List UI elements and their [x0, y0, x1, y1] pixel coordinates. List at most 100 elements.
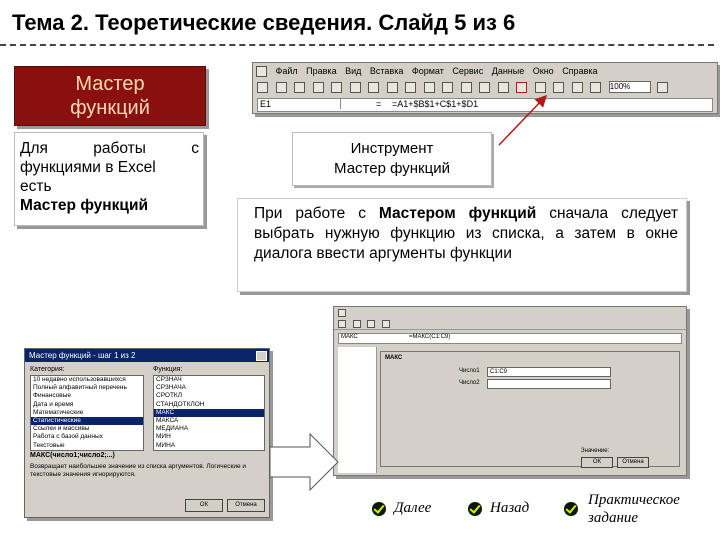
- function-list-item[interactable]: СРЗНАЧ: [154, 376, 264, 384]
- sort-desc-icon[interactable]: [553, 81, 565, 93]
- function-list-item[interactable]: МЕДИАНА: [154, 425, 264, 433]
- args-new-icon[interactable]: [338, 320, 346, 328]
- category-list-item[interactable]: Текстовые: [31, 442, 143, 450]
- close-icon[interactable]: [256, 351, 267, 361]
- autosum-icon[interactable]: [497, 81, 509, 93]
- menu-edit[interactable]: Правка: [306, 66, 336, 76]
- name-box[interactable]: E1: [260, 99, 341, 109]
- args-field1-label: Число1: [459, 368, 480, 374]
- args-cancel-button[interactable]: Отмена: [617, 457, 649, 468]
- args-function-name: МАКС: [385, 355, 403, 361]
- back-link[interactable]: Назад: [490, 500, 529, 517]
- undo-icon[interactable]: [442, 81, 454, 93]
- spelling-icon[interactable]: [349, 81, 361, 93]
- description-line3: есть: [20, 178, 52, 195]
- category-list[interactable]: 10 недавно использовавшихся Полный алфави…: [30, 375, 144, 451]
- save-icon[interactable]: [294, 81, 306, 93]
- hyperlink-icon[interactable]: [479, 81, 491, 93]
- args-result-label: Значение:: [581, 448, 610, 454]
- explanation-part1: При работе с: [254, 205, 379, 222]
- chart-wizard-icon[interactable]: [571, 81, 583, 93]
- args-app-icon: [338, 309, 346, 317]
- function-list-item[interactable]: СТАНДОТКЛОН: [154, 401, 264, 409]
- formula-text[interactable]: =A1+$B$1+C$1+$D1: [392, 99, 478, 109]
- function-wizard-dialog: Мастер функций - шаг 1 из 2 Категория: Ф…: [24, 348, 270, 518]
- cut-icon[interactable]: [368, 81, 380, 93]
- master-heading-line2: функций: [70, 97, 150, 119]
- preview-icon[interactable]: [331, 81, 343, 93]
- practice-line1[interactable]: Практическое: [588, 491, 680, 509]
- category-list-item[interactable]: Финансовые: [31, 392, 143, 400]
- wizard-title: Мастер функций - шаг 1 из 2: [29, 351, 136, 360]
- args-fx-icon[interactable]: [382, 320, 391, 328]
- paste-icon[interactable]: [405, 81, 417, 93]
- category-list-item[interactable]: 10 недавно использовавшихся: [31, 376, 143, 384]
- args-sheet-grid[interactable]: [338, 347, 377, 473]
- practice-bullet-icon[interactable]: [564, 502, 578, 516]
- wizard-ok-button[interactable]: ОК: [185, 499, 223, 512]
- redo-icon[interactable]: [460, 81, 472, 93]
- args-field2-input[interactable]: [487, 379, 611, 389]
- excel-toolbar-screenshot: Файл Правка Вид Вставка Формат Сервис Да…: [252, 62, 718, 114]
- formula-bar[interactable]: E1 = =A1+$B$1+C$1+$D1: [257, 98, 713, 112]
- new-icon[interactable]: [257, 81, 268, 93]
- practice-link[interactable]: Практическое задание: [588, 491, 680, 527]
- zoom-select[interactable]: 100%: [608, 81, 651, 93]
- title-divider: [0, 44, 714, 46]
- function-list-item[interactable]: СРОТКЛ: [154, 392, 264, 400]
- category-list-item[interactable]: Логические: [31, 450, 143, 451]
- category-list-item[interactable]: Работа с базой данных: [31, 433, 143, 441]
- sort-asc-icon[interactable]: [534, 81, 546, 93]
- menu-file[interactable]: Файл: [276, 66, 298, 76]
- args-save-icon[interactable]: [367, 320, 376, 328]
- args-field2-label: Число2: [459, 380, 480, 386]
- args-dialog-panel: МАКС Число1 C1:C9 Число2 Значение: ОК От…: [380, 351, 680, 468]
- wizard-cancel-button[interactable]: Отмена: [227, 499, 265, 512]
- menu-view[interactable]: Вид: [345, 66, 361, 76]
- args-ok-button[interactable]: ОК: [581, 457, 613, 468]
- menu-data[interactable]: Данные: [492, 66, 525, 76]
- function-list-item[interactable]: СРЗНАЧА: [154, 384, 264, 392]
- description-box: Для работы с функциями в Excel есть Маст…: [14, 132, 204, 226]
- category-list-item[interactable]: Полный алфавитный перечень: [31, 384, 143, 392]
- excel-standard-toolbar: 100%: [257, 81, 713, 95]
- format-painter-icon[interactable]: [423, 81, 435, 93]
- function-list-item[interactable]: МАКС: [154, 408, 264, 418]
- description-line2: функциями в Excel: [20, 159, 156, 176]
- menu-tools[interactable]: Сервис: [452, 66, 483, 76]
- tool-label-line1: Инструмент: [350, 140, 434, 157]
- menu-format[interactable]: Формат: [412, 66, 444, 76]
- practice-line2[interactable]: задание: [588, 509, 680, 527]
- function-list-item[interactable]: МОДА: [154, 450, 264, 451]
- args-open-icon[interactable]: [352, 320, 361, 328]
- excel-app-icon: [256, 66, 267, 78]
- next-bullet-icon[interactable]: [372, 502, 386, 516]
- back-bullet-icon[interactable]: [468, 502, 482, 516]
- tool-label-box: Инструмент Мастер функций: [292, 132, 492, 186]
- drawing-icon[interactable]: [590, 81, 602, 93]
- args-field1-input[interactable]: C1:C9: [487, 367, 611, 377]
- master-heading-line1: Мастер: [75, 73, 145, 95]
- args-name-box[interactable]: МАКС: [341, 334, 358, 340]
- args-formula-bar[interactable]: МАКС =МАКС(C1:C9): [338, 333, 682, 344]
- explanation-box: При работе с Мастером функций сначала сл…: [237, 198, 687, 292]
- menu-window[interactable]: Окно: [533, 66, 554, 76]
- menu-help[interactable]: Справка: [562, 66, 597, 76]
- next-link[interactable]: Далее: [394, 500, 431, 517]
- help-icon[interactable]: [657, 81, 669, 93]
- slide-title: Тема 2. Теоретические сведения. Слайд 5 …: [12, 10, 516, 35]
- explanation-bold: Мастером функций: [378, 205, 537, 222]
- open-icon[interactable]: [275, 81, 287, 93]
- copy-icon[interactable]: [386, 81, 398, 93]
- function-list-item[interactable]: МИН: [154, 433, 264, 441]
- menu-insert[interactable]: Вставка: [370, 66, 403, 76]
- function-list-item[interactable]: МИНА: [154, 442, 264, 450]
- args-formula-text[interactable]: =МАКС(C1:C9): [409, 334, 450, 340]
- function-wizard-icon[interactable]: [516, 81, 528, 93]
- function-list[interactable]: СРЗНАЧ СРЗНАЧА СРОТКЛ СТАНДОТКЛОН МАКС МАКСА М…: [153, 375, 265, 451]
- category-list-item[interactable]: Дата и время: [31, 401, 143, 409]
- category-list-item[interactable]: Статистические: [31, 417, 143, 426]
- category-list-item[interactable]: Математические: [31, 409, 143, 417]
- function-list-item[interactable]: МАКСА: [154, 417, 264, 425]
- print-icon[interactable]: [312, 81, 324, 93]
